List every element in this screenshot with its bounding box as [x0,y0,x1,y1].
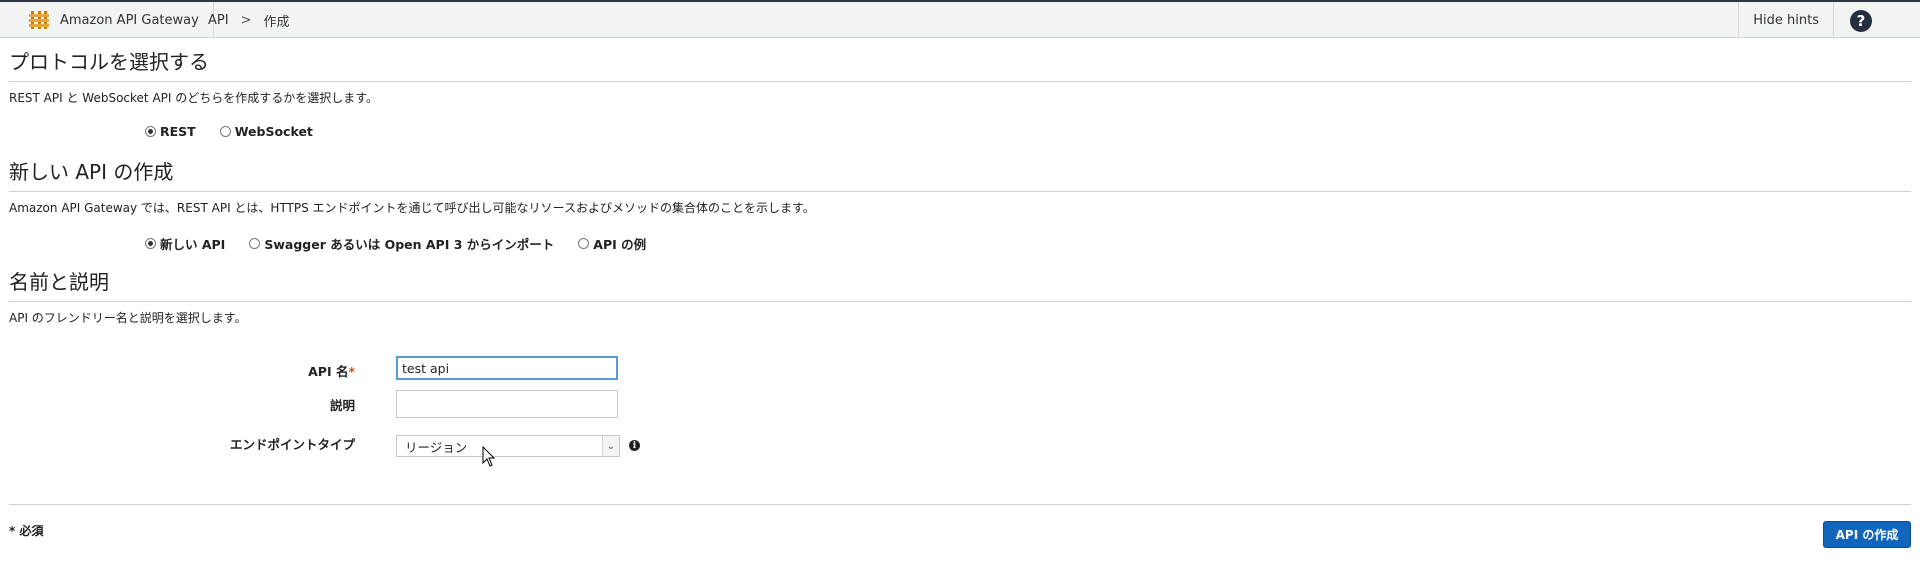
chevron-down-icon: ⌄ [602,436,619,456]
api-name-label-text: API 名 [308,364,349,379]
breadcrumb-api-link[interactable]: API [208,13,229,28]
section-divider [9,301,1911,302]
breadcrumb-separator: > [240,12,252,28]
description-label: 説明 [329,398,355,413]
required-note: * 必須 [9,524,44,538]
radio-label-example: API の例 [593,237,647,252]
radio-label-new-api: 新しい API [160,237,226,252]
new-api-section-title: 新しい API の作成 [9,160,174,184]
new-api-option-example[interactable]: API の例 [578,234,646,253]
radio-label-websocket: WebSocket [234,124,313,139]
name-description-section-title: 名前と説明 [9,270,109,294]
protocol-section-title: プロトコルを選択する [9,50,209,74]
top-navigation-bar: Amazon API Gateway API > 作成 Hide hints ? [0,0,1920,38]
info-icon[interactable]: i [629,440,640,451]
new-api-description: Amazon API Gateway では、REST API とは、HTTPS … [9,201,815,215]
radio-import-swagger[interactable] [249,238,261,249]
description-input[interactable] [396,390,618,418]
new-api-option-new[interactable]: 新しい API [145,234,225,253]
endpoint-type-label: エンドポイントタイプ [229,437,355,452]
required-mark: * [348,364,355,379]
protocol-option-websocket[interactable]: WebSocket [219,124,313,139]
protocol-description: REST API と WebSocket API のどちらを作成するかを選択しま… [9,91,379,105]
footer-divider [9,504,1911,505]
service-name: Amazon API Gateway [60,12,199,28]
radio-example-api[interactable] [578,238,590,249]
section-divider [9,81,1911,82]
protocol-radio-group: REST WebSocket [145,124,337,139]
hide-hints-button[interactable]: Hide hints [1738,2,1834,38]
endpoint-type-value: リージョン [405,439,468,455]
breadcrumb: API > 作成 [208,2,290,38]
radio-rest[interactable] [145,126,156,137]
create-api-button[interactable]: API の作成 [1823,521,1911,548]
new-api-radio-group: 新しい API Swagger あるいは Open API 3 からインポート … [145,234,670,253]
service-home-link[interactable]: Amazon API Gateway [16,2,214,38]
radio-label-rest: REST [160,124,196,139]
section-divider [9,191,1911,192]
api-name-input[interactable] [396,356,618,380]
api-gateway-logo-icon [29,11,49,29]
radio-new-api[interactable] [145,238,156,249]
protocol-option-rest[interactable]: REST [145,124,196,139]
name-description-text: API のフレンドリー名と説明を選択します。 [9,311,247,325]
radio-label-import: Swagger あるいは Open API 3 からインポート [264,237,555,252]
mouse-pointer-icon [482,446,496,467]
breadcrumb-current: 作成 [263,14,290,30]
help-icon[interactable]: ? [1850,10,1872,32]
radio-websocket[interactable] [219,126,231,137]
new-api-option-import[interactable]: Swagger あるいは Open API 3 からインポート [249,234,554,253]
endpoint-type-select[interactable]: リージョン ⌄ [396,435,620,457]
api-name-label: API 名* [308,361,355,380]
